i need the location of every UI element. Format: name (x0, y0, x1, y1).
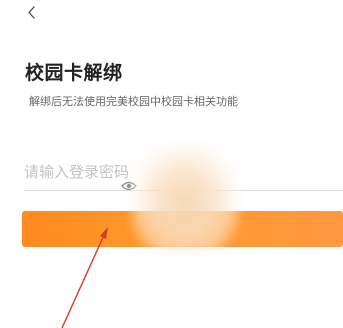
back-button[interactable] (22, 4, 42, 24)
chevron-left-icon (28, 6, 35, 19)
page-description: 解绑后无法使用完美校园中校园卡相关功能 (29, 95, 238, 108)
privacy-blur-overlay (130, 142, 240, 252)
page-title: 校园卡解绑 (25, 62, 123, 84)
